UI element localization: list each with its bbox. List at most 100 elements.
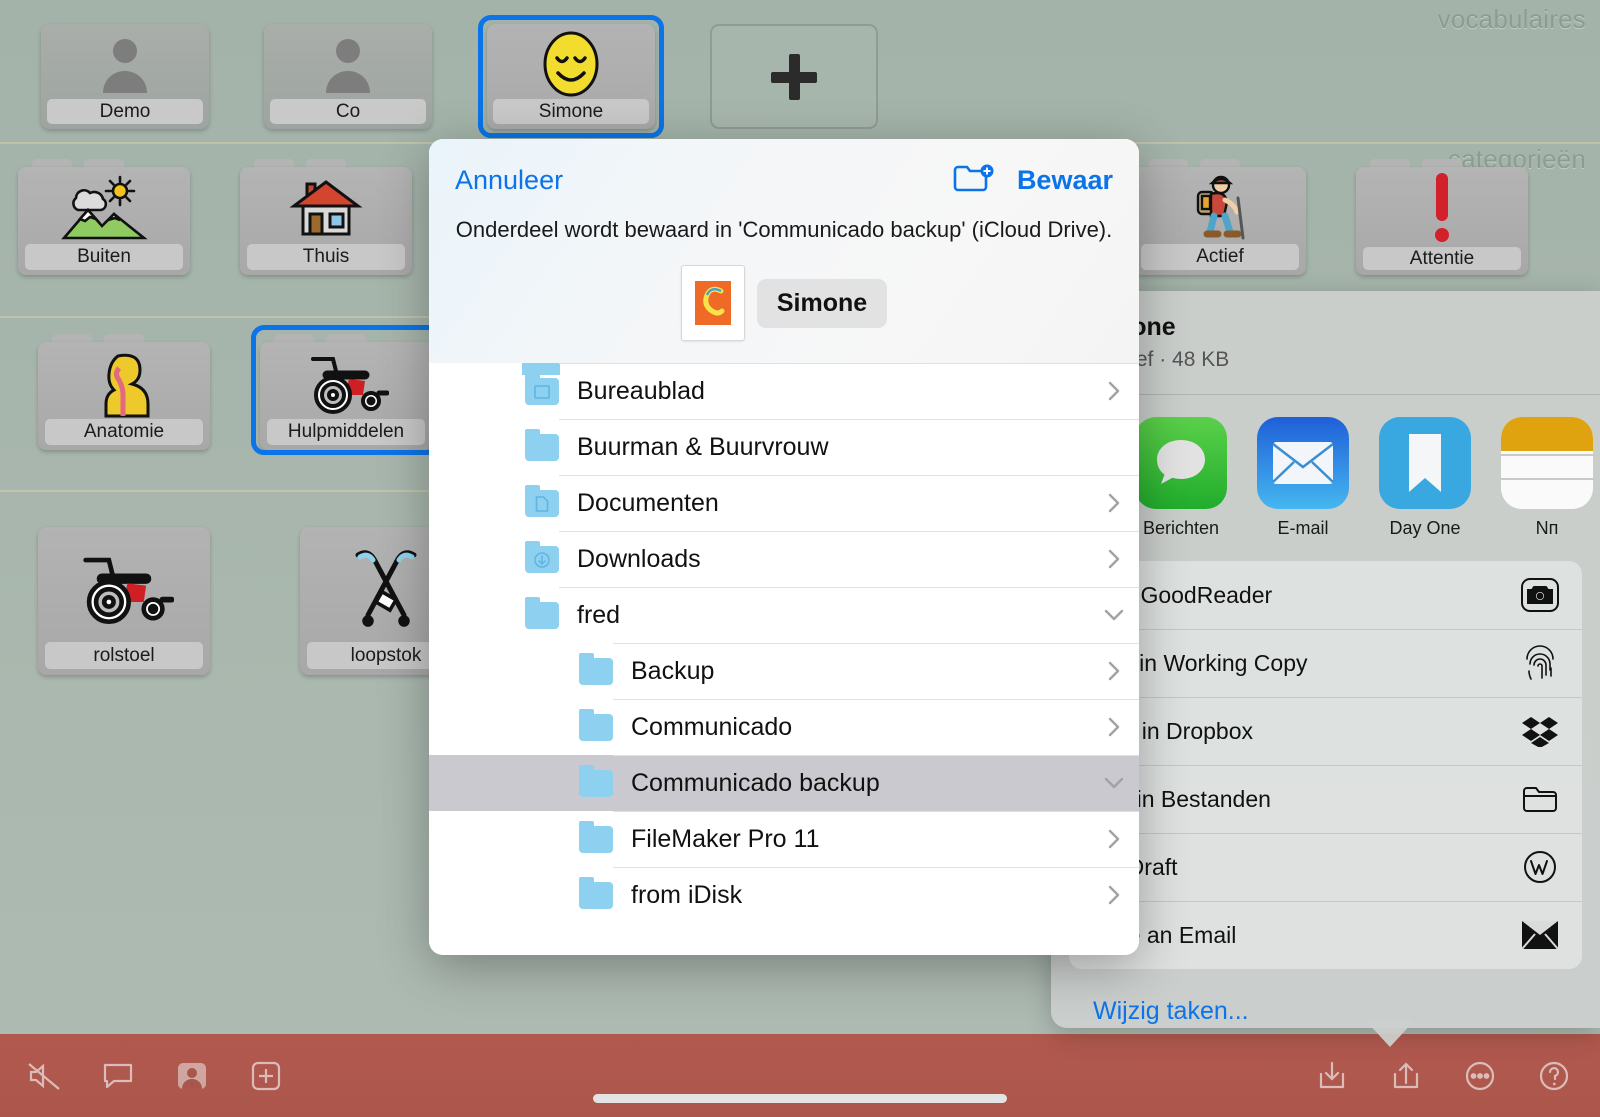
folder-browser-list[interactable]: Bureaublad Buurman & Buurvrouw Documenten D…	[429, 363, 1139, 955]
person-icon	[264, 29, 432, 99]
add-user-button[interactable]	[710, 24, 878, 129]
share-app-email[interactable]: E-mail	[1257, 417, 1349, 539]
fingerprint-icon	[1520, 643, 1560, 683]
folder-row[interactable]: Bureaublad	[429, 363, 1139, 419]
speech-bubble-icon[interactable]	[98, 1056, 138, 1096]
folder-label: Hulpmiddelen	[267, 419, 425, 445]
share-app-berichten[interactable]: Berichten	[1135, 417, 1227, 539]
edit-actions-button[interactable]: Wijzig taken...	[1051, 969, 1600, 1026]
save-file-name[interactable]: Simone	[756, 278, 888, 328]
folder-row[interactable]: Documenten	[429, 475, 1139, 531]
dayone-app-icon	[1379, 417, 1471, 509]
mail-app-icon	[1257, 417, 1349, 509]
word-tile-rolstoel[interactable]: rolstoel	[38, 527, 210, 675]
goodreader-camera-icon	[1520, 575, 1560, 615]
save-file-preview: Simone	[429, 265, 1139, 341]
save-destination-message: Onderdeel wordt bewaard in 'Communicado …	[455, 217, 1113, 242]
save-dialog-header: Annuleer Bewaar Onderdeel wordt bewaard …	[429, 139, 1139, 363]
mute-icon[interactable]	[24, 1056, 64, 1096]
folder-row[interactable]: from iDisk	[429, 867, 1139, 923]
plus-icon	[771, 53, 817, 100]
user-button-co[interactable]: Co	[264, 24, 432, 129]
folder-label: Anatomie	[45, 419, 203, 445]
folder-icon	[579, 708, 613, 741]
folder-label: Buiten	[25, 244, 183, 270]
row-separator	[613, 699, 1139, 700]
share-action-goodreader[interactable]: y to GoodReader	[1069, 561, 1582, 629]
folder-row[interactable]: fred	[429, 587, 1139, 643]
throat-anatomy-icon	[38, 346, 210, 419]
folder-tile-attentie[interactable]: Attentie	[1356, 155, 1528, 275]
user-label: Simone	[493, 99, 649, 124]
chevron-right-icon[interactable]	[1101, 658, 1127, 684]
folder-row-label: Downloads	[577, 544, 701, 573]
save-to-files-dialog: Annuleer Bewaar Onderdeel wordt bewaard …	[429, 139, 1139, 955]
chevron-right-icon[interactable]	[1101, 882, 1127, 908]
dropbox-icon	[1520, 711, 1560, 751]
folder-row[interactable]: Downloads	[429, 531, 1139, 587]
user-button-row: Demo Co Simone	[0, 14, 1600, 138]
folder-tile-thuis[interactable]: Thuis	[240, 155, 412, 275]
chevron-right-icon[interactable]	[1101, 714, 1127, 740]
folder-tile-hulpmiddelen[interactable]: Hulpmiddelen	[260, 330, 432, 450]
download-icon[interactable]	[1312, 1056, 1352, 1096]
chevron-right-icon[interactable]	[1101, 546, 1127, 572]
row-separator	[559, 419, 1139, 420]
folder-icon	[525, 596, 559, 629]
row-separator	[613, 755, 1139, 756]
folder-row[interactable]: Backup	[429, 643, 1139, 699]
wheelchair-icon	[260, 346, 432, 419]
row-separator	[559, 363, 1139, 364]
chevron-right-icon[interactable]	[1101, 378, 1127, 404]
folder-tile-buiten[interactable]: Buiten	[18, 155, 190, 275]
folder-icon	[579, 764, 613, 797]
folder-row[interactable]: Buurman & Buurvrouw	[429, 419, 1139, 475]
chevron-down-icon[interactable]	[1101, 770, 1127, 796]
folder-row-label: Communicado backup	[631, 768, 880, 797]
exclamation-mark-icon	[1356, 171, 1528, 247]
chevron-right-icon[interactable]	[1101, 826, 1127, 852]
folder-label: Attentie	[1363, 247, 1521, 270]
mountains-sun-icon	[18, 171, 190, 244]
row-separator	[559, 475, 1139, 476]
help-icon[interactable]	[1534, 1056, 1574, 1096]
folder-row[interactable]: Communicado backup	[429, 755, 1139, 811]
share-item-title: mone	[1109, 313, 1176, 341]
folder-icon	[579, 652, 613, 685]
cancel-button[interactable]: Annuleer	[455, 165, 563, 196]
chevron-down-icon[interactable]	[1101, 602, 1127, 628]
folder-row-label: Bureaublad	[577, 376, 705, 405]
user-label: Co	[270, 99, 426, 124]
share-app-dayone[interactable]: Day One	[1379, 417, 1471, 539]
share-app-label: E-mail	[1277, 518, 1329, 538]
user-button-demo[interactable]: Demo	[41, 24, 209, 129]
add-square-icon[interactable]	[246, 1056, 286, 1096]
folder-icon	[525, 428, 559, 461]
house-icon	[240, 171, 412, 244]
share-app-notebook[interactable]: Nп	[1501, 417, 1593, 539]
notebook-app-icon	[1501, 417, 1593, 509]
envelope-icon	[1520, 915, 1560, 955]
folder-row[interactable]: Communicado	[429, 699, 1139, 755]
person-icon	[41, 29, 209, 99]
folder-tile-anatomie[interactable]: Anatomie	[38, 330, 210, 450]
share-action-working-copy[interactable]: ess in Working Copy	[1069, 629, 1582, 697]
chevron-right-icon[interactable]	[1101, 490, 1127, 516]
user-card-icon[interactable]	[172, 1056, 212, 1096]
folder-tile-actief[interactable]: Actief	[1134, 155, 1306, 275]
save-button[interactable]: Bewaar	[1017, 165, 1113, 196]
share-action-dropbox[interactable]: aan in Dropbox	[1069, 697, 1582, 765]
folder-row-label: FileMaker Pro 11	[631, 824, 820, 853]
share-icon[interactable]	[1386, 1056, 1426, 1096]
folder-row[interactable]: FileMaker Pro 11	[429, 811, 1139, 867]
user-button-simone[interactable]: Simone	[487, 24, 655, 129]
share-action-draft[interactable]: as Draft	[1069, 833, 1582, 901]
new-folder-icon[interactable]	[953, 163, 995, 197]
home-indicator	[593, 1094, 1007, 1103]
row-separator	[559, 531, 1139, 532]
share-action-email-me[interactable]: l Me an Email	[1069, 901, 1582, 969]
share-action-bestanden[interactable]: aar in Bestanden	[1069, 765, 1582, 833]
more-icon[interactable]	[1460, 1056, 1500, 1096]
messages-app-icon	[1135, 417, 1227, 509]
folder-outline-icon	[1520, 779, 1560, 819]
